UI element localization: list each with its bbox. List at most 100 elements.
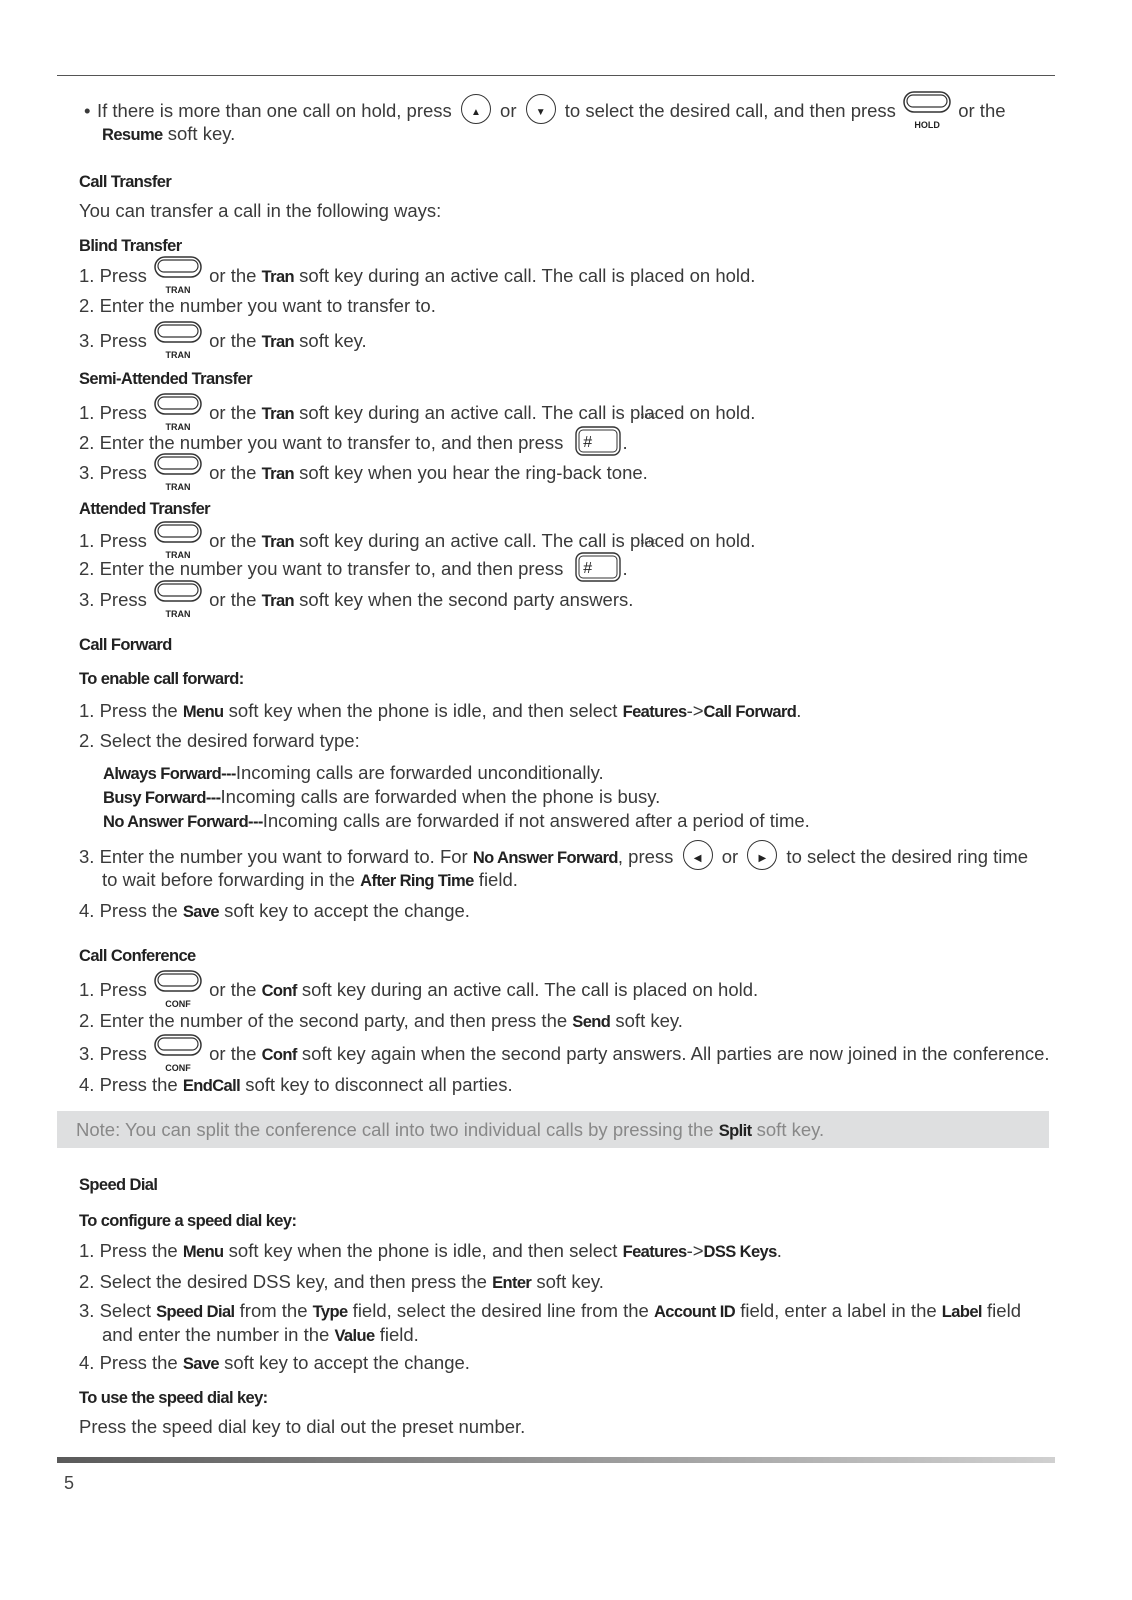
text-run: 1. Press (79, 979, 152, 1000)
nav-up-icon: ▲ (460, 94, 491, 125)
bold-term: Busy Forward--- (103, 789, 221, 807)
text-run: If there is more than one call on hold, … (97, 100, 457, 121)
text-run: 1. Press the (79, 1240, 183, 1261)
bold-term: Call Forward (703, 703, 797, 721)
text-run: 2. Enter the number you want to transfer… (79, 295, 436, 316)
nav-right-icon: ▶ (747, 840, 778, 871)
text-run: 2. Enter the number you want to transfer… (79, 432, 569, 453)
bold-term: Split (718, 1122, 752, 1140)
paragraph-line: Busy Forward---Incoming calls are forwar… (103, 785, 660, 810)
text-run: 1. Press the (79, 700, 183, 721)
text-run: 3. Enter the number you want to forward … (79, 846, 473, 867)
text-run: soft key during an active call. The call… (296, 979, 759, 1000)
tran-key-icon: TRAN (152, 321, 204, 360)
text-run: 2. Enter the number you want to transfer… (79, 558, 569, 579)
key-label: TRAN (165, 482, 191, 492)
text-run: field, enter a label in the (735, 1300, 942, 1321)
text-run: to select the desired ring time (781, 846, 1029, 867)
bold-term: Send (572, 1013, 611, 1031)
paragraph-line: 3. Press CONF or the Conf soft key again… (79, 1034, 1050, 1073)
bold-term: Features (622, 703, 688, 721)
bullet-icon: • (84, 100, 91, 121)
text-run: field. (374, 1324, 419, 1345)
bold-term: Attended Transfer (79, 500, 211, 518)
text-run: or the (953, 100, 1006, 121)
key-label: HOLD (914, 120, 940, 130)
paragraph-line: and enter the number in the Value field. (102, 1323, 419, 1348)
paragraph-line: 3. Press TRAN or the Tran soft key when … (79, 453, 648, 492)
note-text: Note: You can split the conference call … (76, 1118, 824, 1143)
text-run: soft key to accept the change. (219, 1352, 470, 1373)
bold-term: Conf (261, 1046, 298, 1064)
paragraph-line: No Answer Forward---Incoming calls are f… (103, 809, 810, 834)
text-run: 3. Press (79, 1043, 152, 1064)
text-run: 3. Select (79, 1300, 157, 1321)
text-run: to select the desired call, and then pre… (559, 100, 902, 121)
section-heading: Blind Transfer (79, 234, 182, 258)
paragraph-line: Resume soft key. (102, 122, 235, 147)
text-run: 3. Press (79, 462, 152, 483)
text-run: field. (473, 869, 518, 890)
text-run: soft key. (294, 330, 367, 351)
text-run: 1. Press (79, 265, 152, 286)
text-run: or the (204, 265, 262, 286)
text-run: from the (234, 1300, 313, 1321)
text-run: or the (204, 589, 262, 610)
bold-term: Save (182, 903, 220, 921)
text-run: or the (204, 1043, 262, 1064)
bold-term: Blind Transfer (79, 237, 182, 255)
bold-term: Value (334, 1327, 375, 1345)
bold-term: To enable call forward: (79, 670, 244, 688)
section-heading: Attended Transfer (79, 497, 211, 521)
header-rule (57, 75, 1055, 76)
text-run: 2. Enter the number of the second party,… (79, 1010, 573, 1031)
text-run: soft key during an active call. The call… (294, 530, 756, 551)
text-run: -> (686, 1240, 704, 1261)
svg-text:#: # (583, 434, 593, 451)
svg-text:#: # (583, 560, 593, 577)
bold-term: Conf (261, 982, 298, 1000)
text-run: You can split the conference call into t… (120, 1119, 719, 1140)
text-run: or the (204, 530, 262, 551)
hold-key-icon: HOLD (901, 91, 953, 130)
text-run: field (981, 1300, 1021, 1321)
tran-key-icon: TRAN (152, 521, 204, 560)
bold-term: No Answer Forward (472, 849, 619, 867)
bold-term: Call Conference (79, 947, 196, 965)
paragraph-line: 1. Press the Menu soft key when the phon… (79, 699, 801, 724)
text-run: . (622, 558, 628, 579)
bold-term: Type (312, 1303, 348, 1321)
text-run: soft key to disconnect all parties. (240, 1074, 513, 1095)
text-run: soft key during an active call. The call… (294, 402, 756, 423)
send-key-icon: # SEND (574, 414, 657, 456)
paragraph-line: 2. Select the desired DSS key, and then … (79, 1270, 604, 1295)
paragraph-line: 4. Press the EndCall soft key to disconn… (79, 1073, 513, 1098)
text-run: 4. Press the (79, 1074, 183, 1095)
paragraph-line: 4. Press the Save soft key to accept the… (79, 899, 470, 924)
bold-term: Tran (261, 592, 295, 610)
paragraph-line: 2. Enter the number of the second party,… (79, 1009, 683, 1034)
send-label: SEND (640, 540, 658, 547)
text-run: , press (617, 846, 679, 867)
text-run: soft key to accept the change. (219, 900, 470, 921)
paragraph-line: Press the speed dial key to dial out the… (79, 1415, 525, 1439)
text-run: or the (204, 462, 262, 483)
paragraph-line: 2. Select the desired forward type: (79, 729, 360, 753)
text-run: soft key when the second party answers. (294, 589, 634, 610)
conf-key-icon: CONF (152, 970, 204, 1009)
text-run: 2. Select the desired forward type: (79, 730, 360, 751)
text-run: soft key again when the second party ans… (296, 1043, 1050, 1064)
text-run: soft key. (531, 1271, 604, 1292)
paragraph-line: 3. Select Speed Dial from the Type field… (79, 1299, 1021, 1324)
bold-term: Enter (492, 1274, 532, 1292)
section-heading: Speed Dial (79, 1173, 158, 1197)
text-run: field, select the desired line from the (347, 1300, 654, 1321)
text-run: soft key during an active call. The call… (294, 265, 756, 286)
arrow-glyph: ▶ (758, 853, 767, 865)
bold-term: To use the speed dial key: (79, 1389, 268, 1407)
arrow-glyph: ▲ (470, 107, 481, 119)
section-heading: Call Forward (79, 633, 172, 657)
bold-term: Tran (261, 405, 295, 423)
text-run: 2. Select the desired DSS key, and then … (79, 1271, 493, 1292)
nav-down-icon: ▼ (525, 94, 556, 125)
